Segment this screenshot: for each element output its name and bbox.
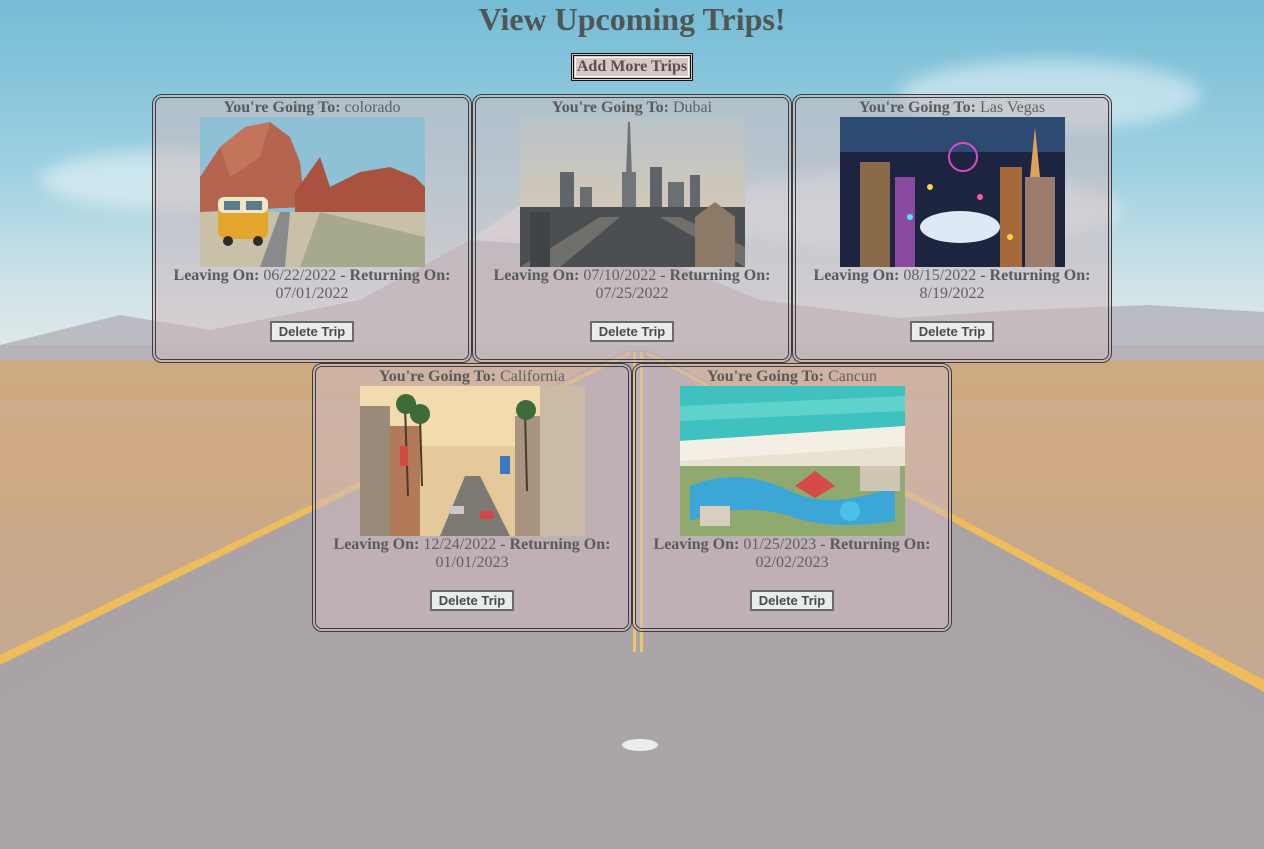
going-to-label: You're Going To: [551, 99, 669, 116]
trips-page: View Upcoming Trips! Add More Trips You'… [0, 0, 1264, 632]
delete-trip-button[interactable]: Delete Trip [270, 321, 354, 342]
leaving-on-label: Leaving On: [333, 536, 420, 553]
leaving-on-label: Leaving On: [653, 536, 740, 553]
delete-trip-button[interactable]: Delete Trip [750, 590, 834, 611]
add-trip-area: Add More Trips [0, 53, 1264, 81]
leaving-on-label: Leaving On: [493, 267, 580, 284]
returning-date: 02/02/2023 [755, 554, 829, 571]
going-to-label: You're Going To: [707, 368, 825, 385]
leaving-date: 07/10/2022 [583, 267, 657, 284]
destination-name: Dubai [672, 99, 713, 116]
trip-card: You're Going To: colorado Leaving On: 06… [152, 94, 472, 363]
trip-card: You're Going To: California Leaving On: … [312, 363, 632, 632]
date-separator: - [500, 536, 506, 553]
going-to-label: You're Going To: [223, 99, 341, 116]
trip-card: You're Going To: Las Vegas Leaving On: 0… [792, 94, 1112, 363]
cancun-resort-photo [679, 386, 905, 536]
red-rock-canyon-van-photo [199, 117, 425, 267]
leaving-date: 01/25/2023 [743, 536, 817, 553]
delete-trip-button[interactable]: Delete Trip [910, 321, 994, 342]
trip-dates: Leaving On: 08/15/2022 - Returning On: 8… [796, 267, 1108, 303]
leaving-date: 12/24/2022 [423, 536, 497, 553]
trip-photo [359, 386, 585, 536]
destination-name: Cancun [828, 368, 877, 385]
going-to-label: You're Going To: [379, 368, 497, 385]
returning-on-label: Returning On: [669, 267, 771, 284]
returning-on-label: Returning On: [829, 536, 931, 553]
delete-trip-button[interactable]: Delete Trip [590, 321, 674, 342]
date-separator: - [820, 536, 826, 553]
leaving-date: 08/15/2022 [903, 267, 977, 284]
destination-line: You're Going To: colorado [156, 99, 468, 117]
destination-line: You're Going To: California [316, 368, 628, 386]
going-to-label: You're Going To: [858, 99, 977, 116]
returning-date: 07/25/2022 [595, 285, 669, 302]
returning-date: 07/01/2022 [275, 285, 349, 302]
trip-card-grid: You're Going To: colorado Leaving On: 06… [152, 94, 1112, 632]
destination-name: colorado [344, 99, 401, 116]
trip-photo [199, 117, 425, 267]
leaving-on-label: Leaving On: [813, 267, 900, 284]
destination-name: Las Vegas [980, 99, 1046, 116]
leaving-date: 06/22/2022 [263, 267, 337, 284]
trip-card: You're Going To: Cancun Leaving On: 01/2… [632, 363, 952, 632]
trip-dates: Leaving On: 12/24/2022 - Returning On: 0… [316, 536, 628, 572]
destination-line: You're Going To: Dubai [476, 99, 788, 117]
leaving-on-label: Leaving On: [173, 267, 260, 284]
delete-trip-button[interactable]: Delete Trip [430, 590, 514, 611]
trip-photo [839, 117, 1065, 267]
dubai-skyline-photo [519, 117, 745, 267]
returning-on-label: Returning On: [349, 267, 451, 284]
date-separator: - [980, 267, 986, 284]
trip-photo [679, 386, 905, 536]
returning-on-label: Returning On: [509, 536, 611, 553]
returning-date: 01/01/2023 [435, 554, 509, 571]
california-street-photo [359, 386, 585, 536]
date-separator: - [340, 267, 346, 284]
las-vegas-night-photo [839, 117, 1065, 267]
destination-name: California [500, 368, 565, 385]
returning-date: 8/19/2022 [919, 285, 985, 302]
returning-on-label: Returning On: [989, 267, 1091, 284]
trip-dates: Leaving On: 01/25/2023 - Returning On: 0… [636, 536, 948, 572]
trip-dates: Leaving On: 07/10/2022 - Returning On: 0… [476, 267, 788, 303]
destination-line: You're Going To: Cancun [636, 368, 948, 386]
add-more-trips-button[interactable]: Add More Trips [570, 53, 694, 81]
date-separator: - [660, 267, 666, 284]
page-title: View Upcoming Trips! [478, 1, 786, 37]
trip-dates: Leaving On: 06/22/2022 - Returning On: 0… [156, 267, 468, 303]
trip-card: You're Going To: Dubai Leaving On: 07/10… [472, 94, 792, 363]
destination-line: You're Going To: Las Vegas [796, 99, 1108, 117]
trip-photo [519, 117, 745, 267]
